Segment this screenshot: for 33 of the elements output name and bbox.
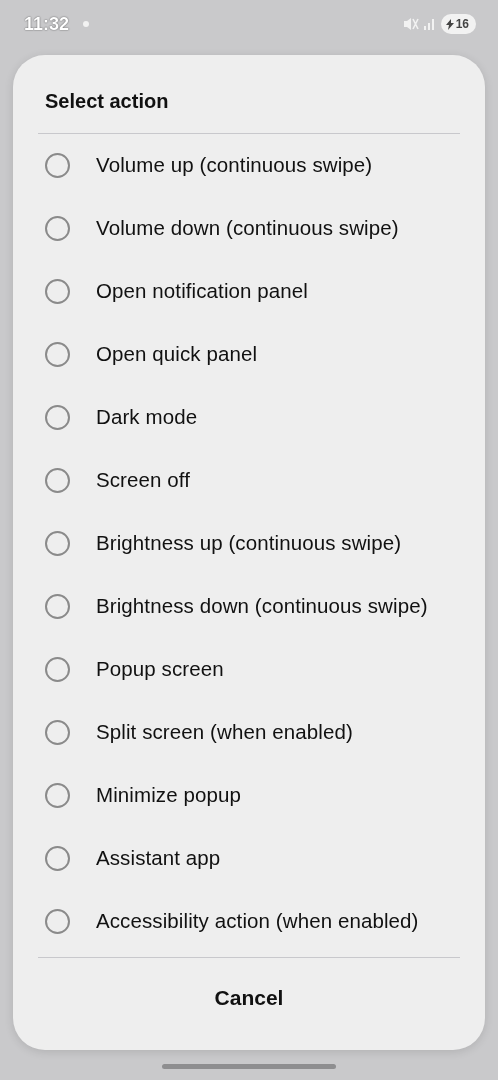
battery-indicator: 16: [440, 14, 476, 34]
radio-button[interactable]: [45, 405, 70, 430]
radio-button[interactable]: [45, 909, 70, 934]
radio-button[interactable]: [45, 657, 70, 682]
option-label[interactable]: Brightness up (continuous swipe): [96, 528, 402, 559]
radio-button[interactable]: [45, 783, 70, 808]
radio-button[interactable]: [45, 846, 70, 871]
option-label[interactable]: Assistant app: [96, 843, 221, 874]
option-label[interactable]: Minimize popup: [96, 780, 241, 811]
option-label[interactable]: Brightness down (continuous swipe): [96, 591, 428, 622]
radio-button[interactable]: [45, 342, 70, 367]
cancel-button[interactable]: Cancel: [184, 974, 314, 1022]
option-label[interactable]: Volume down (continuous swipe): [96, 213, 399, 244]
radio-button[interactable]: [45, 594, 70, 619]
radio-button[interactable]: [45, 720, 70, 745]
mute-icon: [402, 17, 419, 31]
clock: 11:32: [24, 12, 70, 36]
radio-button[interactable]: [45, 468, 70, 493]
option-label[interactable]: Open notification panel: [96, 276, 308, 307]
radio-button[interactable]: [45, 531, 70, 556]
option-label[interactable]: Open quick panel: [96, 339, 258, 370]
option-label[interactable]: Screen off: [96, 465, 191, 496]
option-label[interactable]: Dark mode: [96, 402, 198, 433]
option-label[interactable]: Accessibility action (when enabled): [96, 906, 419, 937]
radio-button[interactable]: [45, 279, 70, 304]
dialog-title: Select action: [44, 89, 170, 114]
notification-dot-icon: [83, 21, 90, 27]
option-label[interactable]: Split screen (when enabled): [96, 717, 353, 748]
option-label[interactable]: Volume up (continuous swipe): [96, 150, 373, 181]
radio-button[interactable]: [45, 153, 70, 178]
option-label[interactable]: Popup screen: [96, 654, 224, 685]
signal-icon: [422, 17, 437, 31]
radio-button[interactable]: [45, 216, 70, 241]
